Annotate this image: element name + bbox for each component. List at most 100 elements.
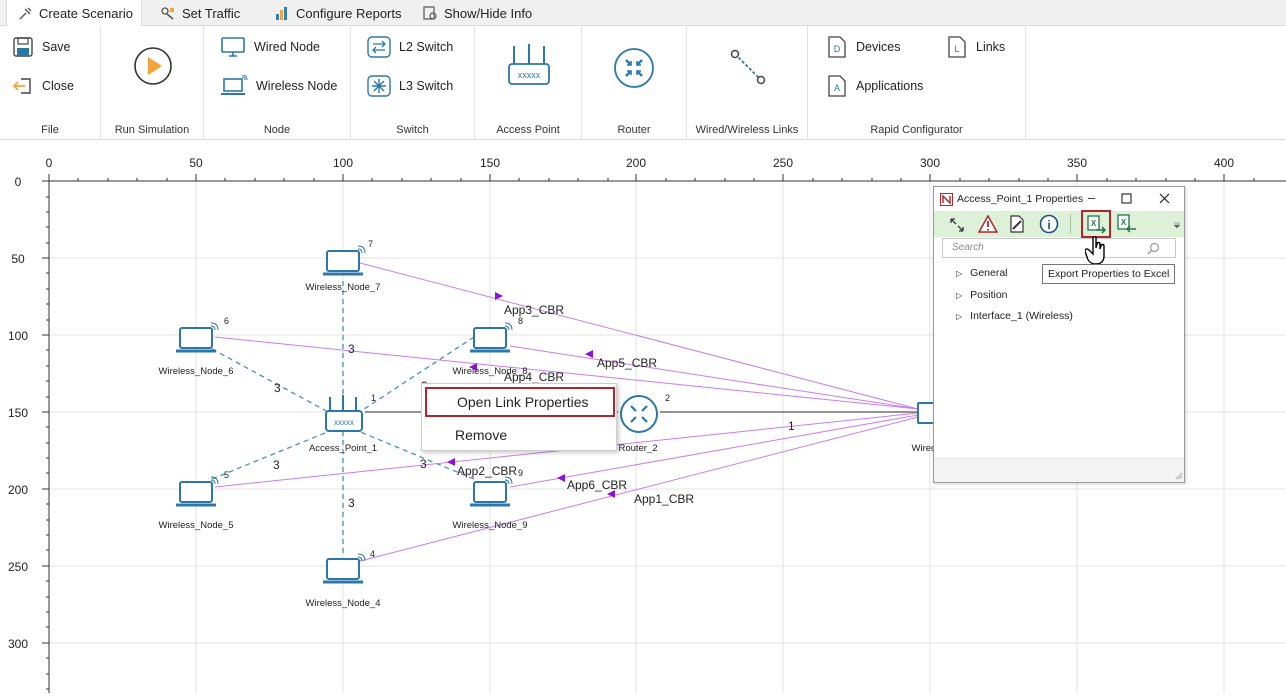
close-button[interactable]: Close [12,75,74,97]
l3-switch-button[interactable]: L3 Switch [367,75,453,97]
tree-label: Position [970,289,1008,301]
properties-footer [934,457,1184,482]
svg-text:i: i [1047,218,1050,232]
access-point-group: xxxxx Access Point [475,26,582,140]
tab-configure-reports[interactable]: Configure Reports [274,0,402,26]
open-link-properties-item[interactable]: Open Link Properties [425,387,615,417]
node-access-point-1[interactable]: xxxxx 1 Access_Point_1 [309,393,377,454]
node-name: Wireless_Node_8 [453,366,528,377]
router-group: Router [582,26,687,140]
node-name: Wireless_Node_5 [159,520,234,531]
search-input[interactable]: Search [942,238,1176,258]
link-label: 1 [788,419,795,433]
tree-item-general[interactable]: ▷ General [956,267,1008,279]
ruler-y-label: 250 [8,560,28,574]
monitor-icon [221,37,245,57]
svg-text:xxxxx: xxxxx [334,418,354,427]
node-name: Wireless_Node_7 [306,282,381,293]
app-logo-icon [940,192,953,206]
close-icon [12,78,31,94]
run-simulation-button[interactable] [133,46,173,91]
node-id: 6 [224,316,229,326]
file-group: Save Close File [0,26,101,140]
link-ap-node5[interactable] [211,430,331,480]
ruler-x-label: 200 [626,156,646,170]
link-label: 3 [273,458,280,472]
app-label: App6_CBR [567,478,627,492]
tab-label: Set Traffic [182,5,241,21]
expand-collapse-icon[interactable] [949,217,965,233]
svg-text:X: X [1121,218,1127,227]
save-button[interactable]: Save [12,36,71,58]
rapid-configurator-label: Rapid Configurator [870,124,963,136]
wired-node-button[interactable]: Wired Node [220,36,320,58]
links-button[interactable]: L Links [946,36,1005,58]
toolbar-divider [1070,214,1071,234]
router-button[interactable] [613,47,655,94]
svg-text:A: A [834,83,840,93]
node-name: Access_Point_1 [309,443,377,454]
access-point-icon: xxxxx [508,44,550,85]
node-group: Wired Node Wireless Node Node [204,26,351,140]
tab-show-hide-info[interactable]: Show/Hide Info [422,0,532,26]
ruler-y-label: 300 [8,637,28,651]
l2-switch-button[interactable]: L2 Switch [367,36,453,58]
run-simulation-label: Run Simulation [114,124,190,136]
link-ap-node6[interactable] [211,348,331,414]
close-window-icon[interactable] [1159,193,1170,204]
wireless-node-button[interactable]: Wireless Node [220,75,337,97]
tab-set-traffic[interactable]: Set Traffic [160,0,240,26]
export-excel-button[interactable]: X [1081,210,1111,238]
import-excel-icon[interactable]: X [1117,214,1137,233]
switch-group: L2 Switch L3 Switch Switch [351,26,475,140]
access-point-button[interactable]: xxxxx [506,42,552,95]
svg-text:D: D [834,44,841,54]
export-excel-icon: X [1087,215,1107,234]
properties-toolbar: i X X [934,210,1184,238]
l2-switch-label: L2 Switch [399,40,454,54]
resize-grip-icon[interactable] [1175,472,1183,480]
link-context-menu: Open Link Properties Remove [421,383,617,451]
l2-switch-icon [367,36,391,58]
toolbar-overflow-icon[interactable] [1174,222,1180,228]
properties-titlebar[interactable]: Access_Point_1 Properties – [934,187,1184,211]
top-tab-bar: Create Scenario Set Traffic Configure Re… [0,0,1286,27]
ruler-x-label: 0 [46,156,53,170]
search-icon [1147,242,1160,255]
edit-document-icon[interactable] [1008,215,1026,233]
node-name: Wireless_Node_6 [159,366,234,377]
warning-icon[interactable] [978,215,998,233]
devices-button[interactable]: D Devices [826,36,900,58]
ruler-x-label: 250 [773,156,793,170]
tab-create-scenario[interactable]: Create Scenario [6,0,142,27]
wired-wireless-links-button[interactable] [729,48,767,91]
run-simulation-group: Run Simulation [101,26,204,140]
ruler-x-label: 400 [1214,156,1234,170]
tree-label: General [970,267,1008,279]
l3-switch-icon [367,75,391,97]
app-label: App2_CBR [457,464,517,478]
node-wireless-4[interactable]: 4 Wireless_Node_4 [306,549,381,609]
link-label: 3 [348,342,355,356]
ruler-top: 0 50 100 150 200 250 300 350 400 [46,156,1286,182]
info-icon[interactable]: i [1039,214,1059,234]
set-traffic-icon [161,7,174,20]
minimize-button[interactable]: – [1088,190,1095,205]
applications-button[interactable]: A Applications [826,75,923,97]
search-placeholder: Search [952,242,984,253]
remove-item[interactable]: Remove [425,420,615,450]
links-group-label: Wired/Wireless Links [695,124,799,136]
tree-item-interface-1[interactable]: ▷ Interface_1 (Wireless) [956,310,1073,322]
tree-item-position[interactable]: ▷ Position [956,289,1008,301]
access-point-label: Access Point [496,124,560,136]
ribbon: Save Close File Run Simulation Wired Nod… [0,26,1286,140]
node-router-2[interactable]: 2 Router_2 [618,393,670,454]
ruler-y-label: 150 [8,406,28,420]
links-label: Links [976,40,1006,54]
maximize-icon[interactable] [1121,193,1132,204]
show-hide-info-icon [423,6,437,20]
devices-label: Devices [856,40,901,54]
node-name: Wireless_Node_9 [453,520,528,531]
laptop-icon [221,75,248,95]
svg-text:L: L [954,44,959,54]
